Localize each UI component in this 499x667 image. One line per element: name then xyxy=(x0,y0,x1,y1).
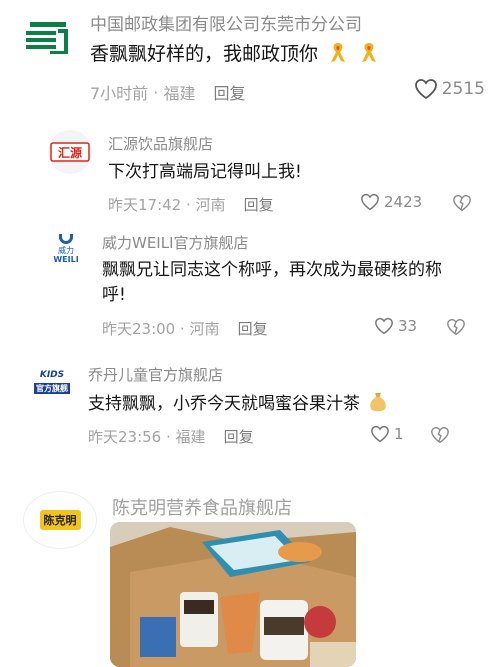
comment-text: 香飘飘好样的，我邮政顶你 xyxy=(90,40,380,69)
comment-author[interactable]: 陈克明营养食品旗舰店 xyxy=(112,494,292,520)
china-post-logo-icon xyxy=(26,22,68,54)
meta-separator: · xyxy=(175,319,190,338)
qiaodan-logo-bottom: 官方旗舰 xyxy=(34,383,70,394)
comment-body: 下次打高端局记得叫上我! xyxy=(108,162,302,182)
comment-meta: 昨天23:56 · 福建 回复 xyxy=(88,426,254,447)
reply-button[interactable]: 回复 xyxy=(224,426,254,447)
avatar[interactable]: 汇源 xyxy=(48,130,92,174)
meta-separator: · xyxy=(181,195,196,214)
comment-location: 福建 xyxy=(163,84,196,103)
comment-meta: 7小时前 · 福建 回复 xyxy=(90,80,245,104)
money-bag-icon xyxy=(370,393,387,412)
comment-meta: 昨天17:42 · 河南 回复 xyxy=(108,194,274,215)
reply-button[interactable]: 回复 xyxy=(244,194,274,215)
comment-image[interactable] xyxy=(110,522,356,667)
broken-heart-icon[interactable] xyxy=(452,194,472,212)
heart-icon xyxy=(371,425,389,443)
avatar[interactable]: 陈克明 xyxy=(24,492,96,548)
heart-icon xyxy=(414,79,437,100)
broken-heart-icon[interactable] xyxy=(446,318,466,336)
comment-text: 支持飘飘，小乔今天就喝蜜谷果汁茶 xyxy=(88,391,388,417)
like-button[interactable]: 33 xyxy=(374,317,417,335)
comment-time: 昨天17:42 xyxy=(108,196,182,214)
like-count: 2423 xyxy=(384,193,423,211)
comment-location: 河南 xyxy=(195,196,226,214)
comment-author[interactable]: 中国邮政集团有限公司东莞市分公司 xyxy=(90,10,362,35)
comment-body: 香飘飘好样的，我邮政顶你 xyxy=(90,43,319,65)
comment-location: 福建 xyxy=(175,428,206,446)
meta-separator: · xyxy=(161,427,176,446)
comment-time: 昨天23:00 xyxy=(102,320,176,338)
like-count: 33 xyxy=(398,317,418,335)
weili-logo-en: WEILI xyxy=(53,255,79,264)
comment-author[interactable]: 威力WEILI官方旗舰店 xyxy=(102,232,249,253)
comment-author[interactable]: 乔丹儿童官方旗舰店 xyxy=(88,364,223,385)
comment-location: 河南 xyxy=(189,320,220,338)
like-count: 1 xyxy=(394,425,404,443)
avatar[interactable]: 威力 WEILI xyxy=(44,228,88,272)
comment-meta: 昨天23:00 · 河南 回复 xyxy=(102,318,268,339)
comment-body: 支持飘飘，小乔今天就喝蜜谷果汁茶 xyxy=(88,394,360,414)
like-count: 2515 xyxy=(441,79,485,99)
avatar[interactable] xyxy=(22,12,74,64)
reply-button[interactable]: 回复 xyxy=(213,80,245,104)
ribbon-icon xyxy=(362,43,377,62)
like-button[interactable]: 2515 xyxy=(414,78,485,100)
meta-separator: · xyxy=(148,82,164,102)
comment-time: 7小时前 xyxy=(90,84,149,103)
reply-button[interactable]: 回复 xyxy=(238,318,268,339)
huiyuan-logo-text: 汇源 xyxy=(57,145,82,160)
qiaodan-logo-top: KIDS xyxy=(39,370,65,380)
ribbon-icon xyxy=(331,43,346,62)
comment-body: 飘飘兄让同志这个称呼，再次成为最硬核的称呼! xyxy=(102,260,442,305)
product-box-photo xyxy=(110,522,356,667)
chenkeming-logo-text: 陈克明 xyxy=(39,510,81,530)
comment-author[interactable]: 汇源饮品旗舰店 xyxy=(108,133,213,154)
like-button[interactable]: 1 xyxy=(370,425,404,443)
avatar[interactable]: KIDS 官方旗舰 xyxy=(30,360,74,404)
like-button[interactable]: 2423 xyxy=(360,193,422,211)
weili-logo-icon xyxy=(59,234,73,244)
broken-heart-icon[interactable] xyxy=(430,426,450,444)
heart-icon xyxy=(375,317,393,335)
heart-icon xyxy=(361,193,379,211)
comment-time: 昨天23:56 xyxy=(88,428,162,446)
